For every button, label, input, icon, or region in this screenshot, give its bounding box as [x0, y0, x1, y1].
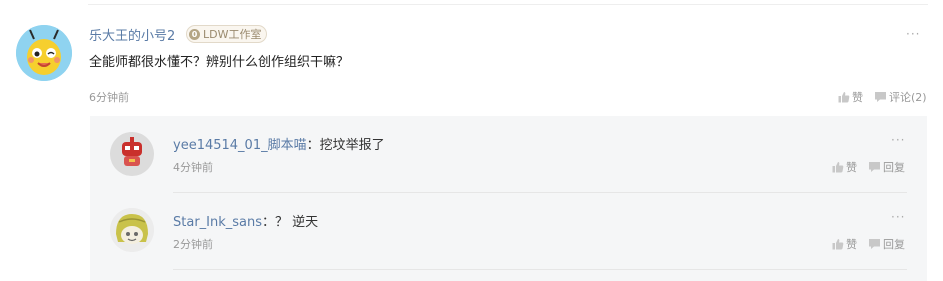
main-like-button[interactable]: 赞: [838, 89, 863, 105]
reply-username[interactable]: Star_Ink_sans: [173, 215, 262, 230]
reply-divider: [173, 192, 907, 193]
yellow-cartoon-avatar-icon: [16, 25, 72, 81]
top-divider: [88, 4, 928, 5]
main-avatar[interactable]: [16, 25, 72, 81]
reply-text: 挖坟举报了: [319, 138, 385, 153]
reply-reply-label: 回复: [883, 238, 905, 251]
comment-bubble-icon: [875, 92, 886, 102]
thumb-up-icon: [838, 92, 850, 103]
main-username[interactable]: 乐大王的小号2: [89, 25, 175, 44]
badge-level-icon: 0: [189, 28, 200, 40]
main-comment-button[interactable]: 评论(2): [874, 89, 927, 105]
reply-like-button[interactable]: 赞: [832, 236, 857, 252]
reply-line: Star_Ink_sans：？ 逆天: [173, 211, 318, 230]
main-comment-label: 评论(2): [889, 91, 927, 104]
red-robot-avatar-icon: [110, 132, 154, 176]
studio-badge[interactable]: 0 LDW工作室: [186, 25, 268, 43]
thumb-up-icon: [832, 239, 844, 250]
reply-avatar[interactable]: [110, 132, 154, 176]
reply-like-button[interactable]: 赞: [832, 159, 857, 175]
reply-username[interactable]: yee14514_01_脚本喵: [173, 138, 307, 153]
reply-line: yee14514_01_脚本喵：挖坟举报了: [173, 134, 385, 153]
reply-like-label: 赞: [846, 238, 857, 251]
main-comment-time: 6分钟前: [89, 91, 129, 104]
comment-bubble-icon: [869, 162, 880, 172]
reply-divider: [173, 269, 907, 270]
reply-reply-button[interactable]: 回复: [868, 159, 905, 175]
reply-avatar[interactable]: [110, 208, 154, 252]
reply-reply-button[interactable]: 回复: [868, 236, 905, 252]
comment-bubble-icon: [869, 239, 880, 249]
main-comment-text: 全能师都很水懂不？辨别什么创作组织干嘛？: [89, 55, 350, 70]
reply-separator: ：: [306, 138, 320, 153]
reply-time: 4分钟前: [173, 161, 213, 174]
reply-like-label: 赞: [846, 161, 857, 174]
thumb-up-icon: [832, 162, 844, 173]
main-like-label: 赞: [852, 91, 863, 104]
reply-more-icon[interactable]: ···: [891, 134, 905, 146]
reply-more-icon[interactable]: ···: [891, 211, 905, 223]
reply-text: ？ 逆天: [275, 215, 319, 230]
badge-label: LDW工作室: [203, 28, 262, 41]
reply-time: 2分钟前: [173, 238, 213, 251]
reply-separator: ：: [262, 215, 276, 230]
reply-reply-label: 回复: [883, 161, 905, 174]
yellow-hood-avatar-icon: [110, 208, 154, 252]
main-more-icon[interactable]: ···: [906, 28, 920, 40]
